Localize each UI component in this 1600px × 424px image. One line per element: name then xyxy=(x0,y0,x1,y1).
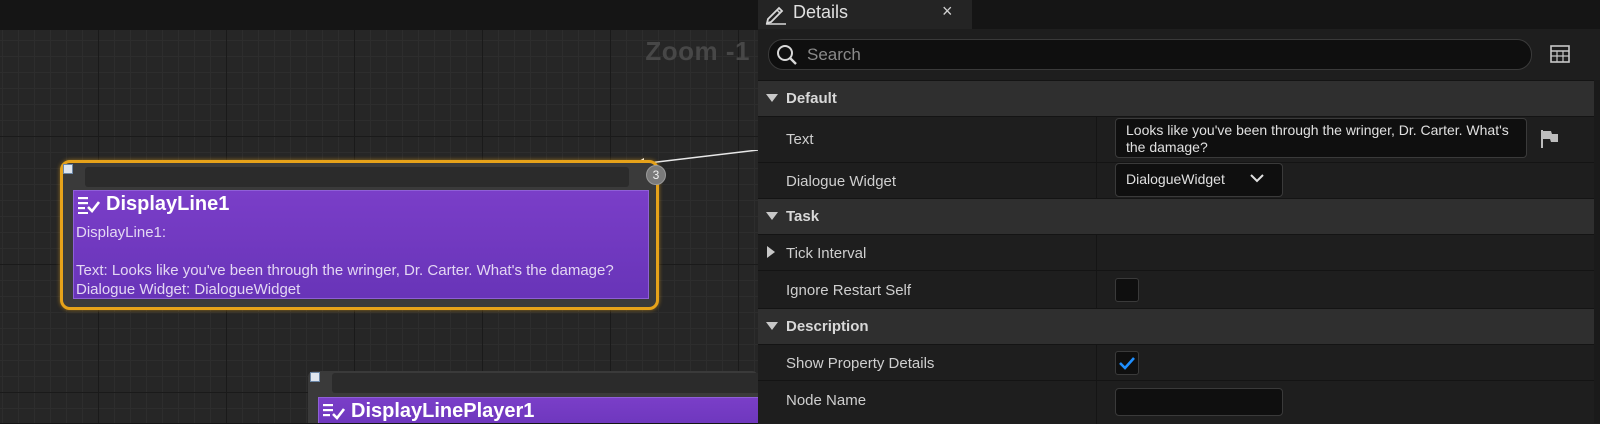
column-splitter[interactable] xyxy=(1096,271,1097,309)
category-label: Task xyxy=(786,208,820,225)
task-list-icon xyxy=(323,404,345,420)
property-row-tick-interval[interactable]: Tick Interval xyxy=(758,234,1600,271)
show-property-details-checkbox[interactable] xyxy=(1115,351,1139,375)
dialogue-widget-dropdown[interactable]: DialogueWidget xyxy=(1115,163,1283,197)
property-label: Dialogue Widget xyxy=(786,173,897,190)
category-description[interactable]: Description xyxy=(758,308,1600,344)
column-splitter[interactable] xyxy=(1096,117,1097,163)
property-row-show-property-details: Show Property Details xyxy=(758,344,1600,381)
chevron-down-icon xyxy=(766,212,778,220)
node-input-pin-bar[interactable] xyxy=(332,373,758,393)
node-breakpoint-icon xyxy=(310,372,320,382)
task-list-icon xyxy=(78,197,100,214)
search-box[interactable] xyxy=(768,39,1532,70)
column-splitter[interactable] xyxy=(1096,235,1097,271)
pencil-icon xyxy=(765,6,786,25)
property-label: Ignore Restart Self xyxy=(786,282,912,299)
node-description: DisplayLine1: Text: Looks like you've be… xyxy=(76,224,614,298)
column-splitter[interactable] xyxy=(1096,381,1097,424)
checkmark-icon xyxy=(1119,357,1135,370)
node-name-input[interactable] xyxy=(1115,388,1283,416)
property-label: Text xyxy=(786,131,814,148)
flag-icon[interactable] xyxy=(1540,129,1560,149)
graph-editor[interactable]: Zoom -1 DisplayLine1 DisplayLine1: Text:… xyxy=(0,0,758,423)
graph-toolbar xyxy=(0,0,758,30)
search-icon xyxy=(777,45,797,65)
close-icon[interactable]: × xyxy=(942,1,953,22)
execution-order-badge: 3 xyxy=(646,165,666,185)
chevron-down-icon xyxy=(1250,174,1264,183)
node-body: DisplayLine1 DisplayLine1: Text: Looks l… xyxy=(73,190,649,299)
node-input-pin-bar[interactable] xyxy=(85,167,629,187)
category-label: Description xyxy=(786,318,869,335)
display-line-node[interactable]: DisplayLine1 DisplayLine1: Text: Looks l… xyxy=(60,160,659,310)
column-splitter[interactable] xyxy=(1096,163,1097,199)
property-matrix-icon[interactable] xyxy=(1550,45,1570,63)
node-title: DisplayLinePlayer1 xyxy=(351,400,535,422)
tab-title: Details xyxy=(793,2,849,22)
node-title: DisplayLine1 xyxy=(106,193,230,215)
zoom-level-label: Zoom -1 xyxy=(645,36,750,66)
property-row-ignore-restart-self: Ignore Restart Self xyxy=(758,270,1600,309)
node-body: DisplayLinePlayer1 xyxy=(318,397,758,423)
column-splitter[interactable] xyxy=(1096,345,1097,381)
chevron-right-icon[interactable] xyxy=(767,246,775,258)
chevron-down-icon xyxy=(766,94,778,102)
search-input[interactable] xyxy=(805,43,1509,67)
property-label: Node Name xyxy=(786,392,867,409)
property-label: Show Property Details xyxy=(786,355,935,372)
tab-details[interactable]: Details × xyxy=(758,0,972,29)
node-breakpoint-icon xyxy=(63,164,73,174)
text-value-field[interactable]: Looks like you've been through the wring… xyxy=(1115,118,1527,158)
details-panel: Details × Default Text Dialogue Widget T… xyxy=(758,0,1600,424)
category-label: Default xyxy=(786,90,837,107)
category-default[interactable]: Default xyxy=(758,80,1600,116)
chevron-down-icon xyxy=(766,322,778,330)
category-task[interactable]: Task xyxy=(758,198,1600,234)
display-line-player-node[interactable]: DisplayLinePlayer1 xyxy=(308,371,758,423)
details-scrollbar[interactable] xyxy=(1594,80,1600,423)
ignore-restart-self-checkbox[interactable] xyxy=(1115,278,1139,302)
property-label: Tick Interval xyxy=(786,245,867,262)
dropdown-value: DialogueWidget xyxy=(1126,171,1225,187)
